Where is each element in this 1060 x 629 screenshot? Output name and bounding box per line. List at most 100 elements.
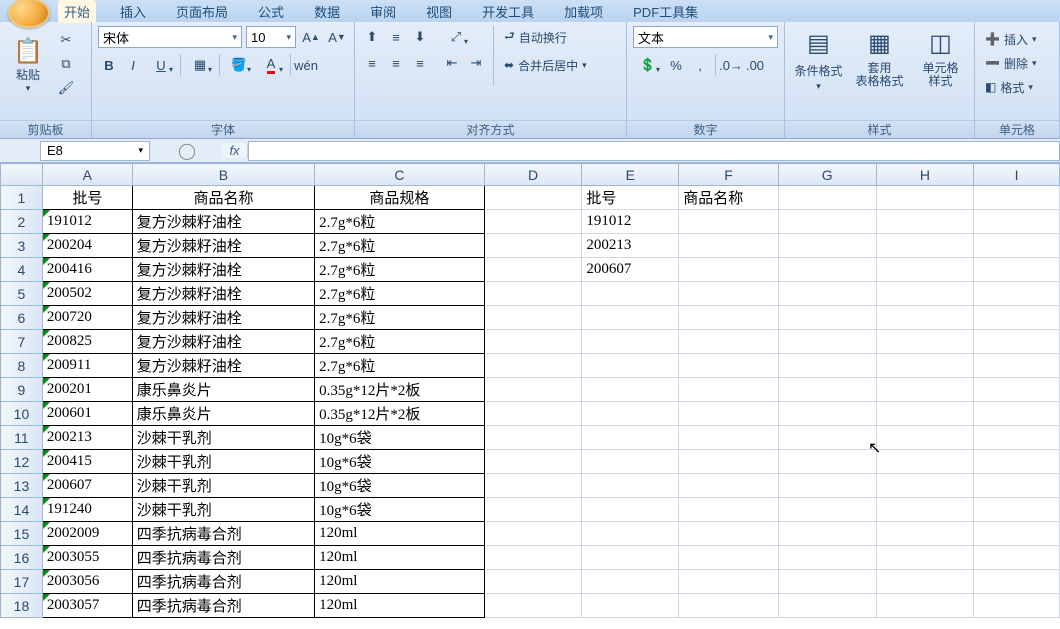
cell-C9[interactable]: 0.35g*12片*2板	[315, 378, 485, 402]
cell-E1[interactable]: 批号	[582, 186, 679, 210]
cell-D5[interactable]	[484, 282, 582, 306]
cell-G17[interactable]	[778, 570, 876, 594]
comma-button[interactable]: ,	[689, 54, 711, 76]
cell-I15[interactable]	[974, 522, 1060, 546]
cell-A14[interactable]: 191240	[42, 498, 132, 522]
tab-view[interactable]: 视图	[420, 0, 458, 23]
cell-A10[interactable]: 200601	[42, 402, 132, 426]
cell-E18[interactable]	[582, 594, 679, 618]
cell-E6[interactable]	[582, 306, 679, 330]
row-header-14[interactable]: 14	[1, 498, 43, 522]
tab-formulas[interactable]: 公式	[252, 0, 290, 23]
row-header-12[interactable]: 12	[1, 450, 43, 474]
cell-B7[interactable]: 复方沙棘籽油栓	[132, 330, 314, 354]
cell-H12[interactable]	[876, 450, 974, 474]
cell-A17[interactable]: 2003056	[42, 570, 132, 594]
cell-B5[interactable]: 复方沙棘籽油栓	[132, 282, 314, 306]
cell-C4[interactable]: 2.7g*6粒	[315, 258, 485, 282]
fx-button[interactable]: fx	[222, 143, 248, 158]
cell-I17[interactable]	[974, 570, 1060, 594]
formula-input[interactable]	[248, 141, 1060, 161]
cell-H8[interactable]	[876, 354, 974, 378]
cell-A6[interactable]: 200720	[42, 306, 132, 330]
cell-G6[interactable]	[778, 306, 876, 330]
increase-indent-button[interactable]: ⇥	[465, 52, 487, 74]
cell-E2[interactable]: 191012	[582, 210, 679, 234]
row-header-6[interactable]: 6	[1, 306, 43, 330]
col-header-C[interactable]: C	[315, 164, 485, 186]
cell-D14[interactable]	[484, 498, 582, 522]
cell-F8[interactable]	[679, 354, 779, 378]
cell-C6[interactable]: 2.7g*6粒	[315, 306, 485, 330]
col-header-A[interactable]: A	[42, 164, 132, 186]
cell-G4[interactable]	[778, 258, 876, 282]
select-all-corner[interactable]	[1, 164, 43, 186]
cell-H18[interactable]	[876, 594, 974, 618]
underline-button[interactable]: U	[146, 54, 176, 76]
cell-H1[interactable]	[876, 186, 974, 210]
tab-insert[interactable]: 插入	[114, 0, 152, 23]
cell-H7[interactable]	[876, 330, 974, 354]
delete-cells-button[interactable]: ➖ 删除 ▾	[981, 52, 1041, 74]
row-header-2[interactable]: 2	[1, 210, 43, 234]
cell-A12[interactable]: 200415	[42, 450, 132, 474]
font-name-combo[interactable]: 宋体 ▾	[98, 26, 242, 48]
decrease-font-button[interactable]: A▼	[326, 26, 348, 48]
tab-developer[interactable]: 开发工具	[476, 0, 540, 23]
cell-B16[interactable]: 四季抗病毒合剂	[132, 546, 314, 570]
cell-C1[interactable]: 商品规格	[315, 186, 485, 210]
cell-D2[interactable]	[484, 210, 582, 234]
format-as-table-button[interactable]: ▦ 套用 表格格式	[852, 26, 907, 88]
merge-center-button[interactable]: ⬌ 合并后居中 ▾	[500, 54, 591, 76]
cell-I4[interactable]	[974, 258, 1060, 282]
increase-decimal-button[interactable]: .0→	[720, 54, 742, 76]
cell-A9[interactable]: 200201	[42, 378, 132, 402]
cell-H11[interactable]	[876, 426, 974, 450]
cell-A15[interactable]: 2002009	[42, 522, 132, 546]
cell-E16[interactable]	[582, 546, 679, 570]
copy-button[interactable]: ⧉	[56, 54, 76, 74]
cell-F15[interactable]	[679, 522, 779, 546]
align-top-button[interactable]: ⬆	[361, 26, 383, 48]
cell-H10[interactable]	[876, 402, 974, 426]
format-cells-button[interactable]: ◧ 格式 ▾	[981, 76, 1037, 98]
cell-H9[interactable]	[876, 378, 974, 402]
cell-C8[interactable]: 2.7g*6粒	[315, 354, 485, 378]
cell-I9[interactable]	[974, 378, 1060, 402]
cell-F10[interactable]	[679, 402, 779, 426]
row-header-1[interactable]: 1	[1, 186, 43, 210]
cell-A11[interactable]: 200213	[42, 426, 132, 450]
cell-B2[interactable]: 复方沙棘籽油栓	[132, 210, 314, 234]
cell-E8[interactable]	[582, 354, 679, 378]
cell-H15[interactable]	[876, 522, 974, 546]
cell-C17[interactable]: 120ml	[315, 570, 485, 594]
cell-H16[interactable]	[876, 546, 974, 570]
row-header-17[interactable]: 17	[1, 570, 43, 594]
cell-B11[interactable]: 沙棘干乳剂	[132, 426, 314, 450]
row-header-4[interactable]: 4	[1, 258, 43, 282]
cell-A18[interactable]: 2003057	[42, 594, 132, 618]
cell-F1[interactable]: 商品名称	[679, 186, 779, 210]
cell-H6[interactable]	[876, 306, 974, 330]
cell-I13[interactable]	[974, 474, 1060, 498]
row-header-5[interactable]: 5	[1, 282, 43, 306]
cell-I1[interactable]	[974, 186, 1060, 210]
tab-review[interactable]: 审阅	[364, 0, 402, 23]
cell-B15[interactable]: 四季抗病毒合剂	[132, 522, 314, 546]
col-header-E[interactable]: E	[582, 164, 679, 186]
cell-D10[interactable]	[484, 402, 582, 426]
cell-A3[interactable]: 200204	[42, 234, 132, 258]
cell-G18[interactable]	[778, 594, 876, 618]
row-header-9[interactable]: 9	[1, 378, 43, 402]
cell-A7[interactable]: 200825	[42, 330, 132, 354]
tab-home[interactable]: 开始	[58, 0, 96, 23]
cell-B9[interactable]: 康乐鼻炎片	[132, 378, 314, 402]
cell-D7[interactable]	[484, 330, 582, 354]
percent-button[interactable]: %	[665, 54, 687, 76]
cut-button[interactable]: ✂	[56, 30, 76, 50]
align-right-button[interactable]: ≡	[409, 52, 431, 74]
border-button[interactable]: ▦	[185, 54, 215, 76]
cell-A5[interactable]: 200502	[42, 282, 132, 306]
cell-A1[interactable]: 批号	[42, 186, 132, 210]
cell-E7[interactable]	[582, 330, 679, 354]
